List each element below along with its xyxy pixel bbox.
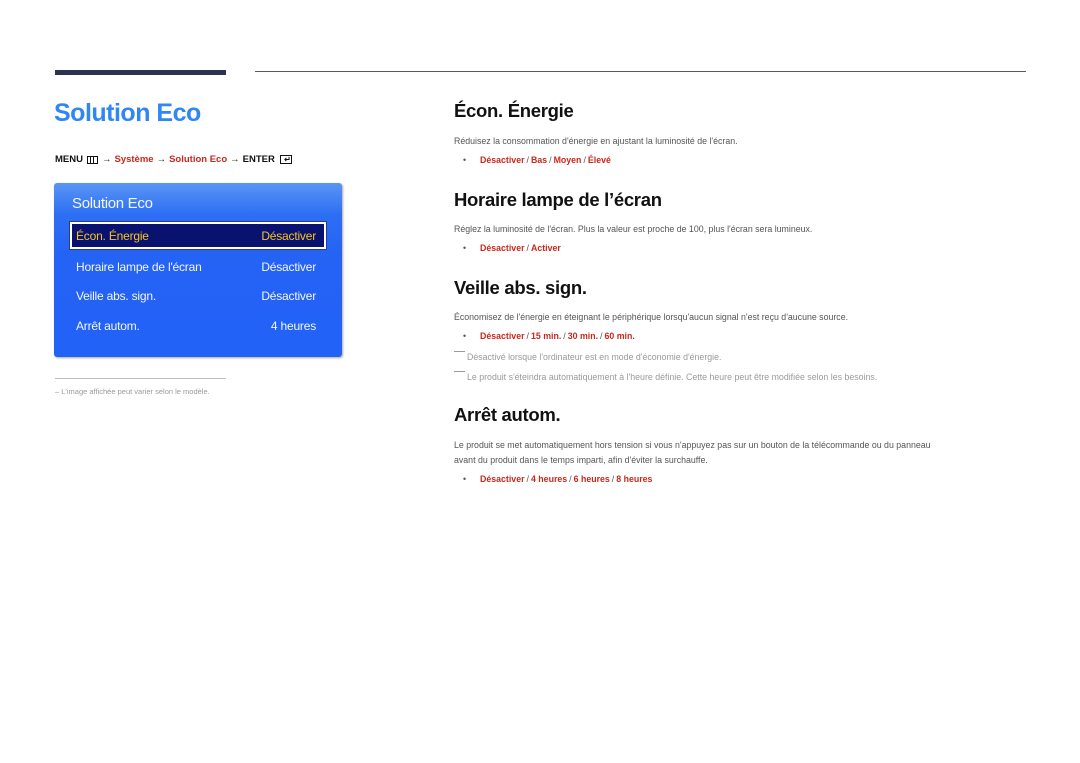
osd-row-label: Écon. Énergie bbox=[76, 228, 149, 243]
section-description-line-1: Le produit se met automatiquement hors t… bbox=[454, 440, 931, 450]
option: 8 heures bbox=[616, 474, 653, 484]
separator: / bbox=[526, 474, 529, 484]
breadcrumb-arrow: → bbox=[156, 154, 167, 165]
separator: / bbox=[563, 331, 566, 341]
osd-row-value: Désactiver bbox=[261, 228, 316, 243]
page-title: Solution Eco bbox=[54, 99, 201, 127]
separator: / bbox=[526, 155, 529, 165]
footnote-dash: – bbox=[55, 387, 60, 396]
header-rule-thick bbox=[55, 70, 226, 75]
footnote-text: L'image affichée peut varier selon le mo… bbox=[61, 387, 210, 396]
option: 30 min. bbox=[567, 331, 599, 341]
header-rule-thin bbox=[255, 71, 1026, 72]
option-list: • Désactiver/15 min./30 min./60 min. bbox=[463, 331, 635, 341]
option: Élevé bbox=[587, 155, 611, 165]
breadcrumb-systeme: Système bbox=[114, 154, 154, 165]
note-dash bbox=[454, 371, 465, 372]
breadcrumb-arrow: → bbox=[101, 154, 112, 165]
osd-row-label: Horaire lampe de l'écran bbox=[76, 259, 202, 274]
separator: / bbox=[526, 331, 529, 341]
separator: / bbox=[549, 155, 552, 165]
breadcrumb-enter: ENTER bbox=[242, 154, 275, 165]
section-heading-econ-energie: Écon. Énergie bbox=[454, 100, 574, 121]
bullet: • bbox=[463, 243, 467, 253]
bullet: • bbox=[463, 155, 467, 165]
option: Activer bbox=[530, 243, 561, 253]
breadcrumb-menu: MENU bbox=[55, 154, 83, 165]
separator: / bbox=[611, 474, 615, 484]
note-dash bbox=[454, 351, 465, 352]
footnote-divider bbox=[55, 378, 226, 379]
option-list: • Désactiver/4 heures/6 heures/8 heures bbox=[463, 474, 652, 484]
osd-row-horaire-lampe[interactable]: Horaire lampe de l'écran Désactiver bbox=[70, 253, 326, 280]
osd-row-econ-energie[interactable]: Écon. Énergie Désactiver bbox=[70, 222, 326, 249]
option: 6 heures bbox=[573, 474, 610, 484]
enter-icon: ↵ bbox=[279, 155, 292, 164]
option: Moyen bbox=[553, 155, 582, 165]
breadcrumb-arrow: → bbox=[230, 154, 240, 165]
option-list: • Désactiver / Bas / Moyen / Élevé bbox=[463, 155, 611, 165]
bullet: • bbox=[463, 474, 467, 484]
section-heading-horaire-lampe: Horaire lampe de l’écran bbox=[454, 189, 662, 210]
osd-row-value: 4 heures bbox=[270, 318, 316, 333]
option: 4 heures bbox=[530, 474, 568, 484]
option: 60 min. bbox=[604, 331, 635, 341]
option: Désactiver bbox=[480, 243, 525, 253]
bullet: • bbox=[463, 331, 467, 341]
section-description: Économisez de l'énergie en éteignant le … bbox=[454, 312, 849, 322]
note: Désactivé lorsque l'ordinateur est en mo… bbox=[454, 351, 721, 362]
note-text: Désactivé lorsque l'ordinateur est en mo… bbox=[467, 352, 722, 362]
section-heading-arret-autom: Arrêt autom. bbox=[454, 404, 561, 425]
osd-row-veille-abs-sign[interactable]: Veille abs. sign. Désactiver bbox=[70, 282, 326, 309]
section-description-line-2: avant du produit dans le temps imparti, … bbox=[454, 455, 708, 465]
separator: / bbox=[569, 474, 572, 484]
osd-row-value: Désactiver bbox=[261, 288, 316, 303]
osd-title: Solution Eco bbox=[72, 195, 153, 212]
option: 15 min. bbox=[530, 331, 562, 341]
section-description: Réglez la luminosité de l'écran. Plus la… bbox=[454, 224, 813, 234]
option-list: • Désactiver / Activer bbox=[463, 243, 561, 253]
osd-row-label: Arrêt autom. bbox=[76, 318, 140, 333]
osd-row-value: Désactiver bbox=[261, 259, 316, 274]
note: Le produit s'éteindra automatiquement à … bbox=[454, 371, 877, 382]
option: Désactiver bbox=[480, 155, 525, 165]
note-text: Le produit s'éteindra automatiquement à … bbox=[467, 372, 878, 382]
breadcrumb: MENU → Système → Solution Eco → ENTER ↵ bbox=[55, 154, 292, 165]
section-heading-veille-abs-sign: Veille abs. sign. bbox=[454, 277, 587, 298]
osd-row-label: Veille abs. sign. bbox=[76, 288, 156, 303]
menu-icon bbox=[86, 155, 98, 164]
footnote: – L'image affichée peut varier selon le … bbox=[55, 387, 210, 396]
separator: / bbox=[583, 155, 586, 165]
option: Bas bbox=[530, 155, 548, 165]
section-description: Réduisez la consommation d'énergie en aj… bbox=[454, 136, 738, 146]
breadcrumb-solution-eco: Solution Eco bbox=[169, 154, 228, 165]
osd-row-arret-autom[interactable]: Arrêt autom. 4 heures bbox=[70, 312, 326, 339]
option: Désactiver bbox=[480, 331, 525, 341]
option: Désactiver bbox=[480, 474, 525, 484]
osd-menu-panel: Solution Eco Écon. Énergie Désactiver Ho… bbox=[54, 183, 342, 357]
separator: / bbox=[526, 243, 529, 253]
separator: / bbox=[600, 331, 603, 341]
